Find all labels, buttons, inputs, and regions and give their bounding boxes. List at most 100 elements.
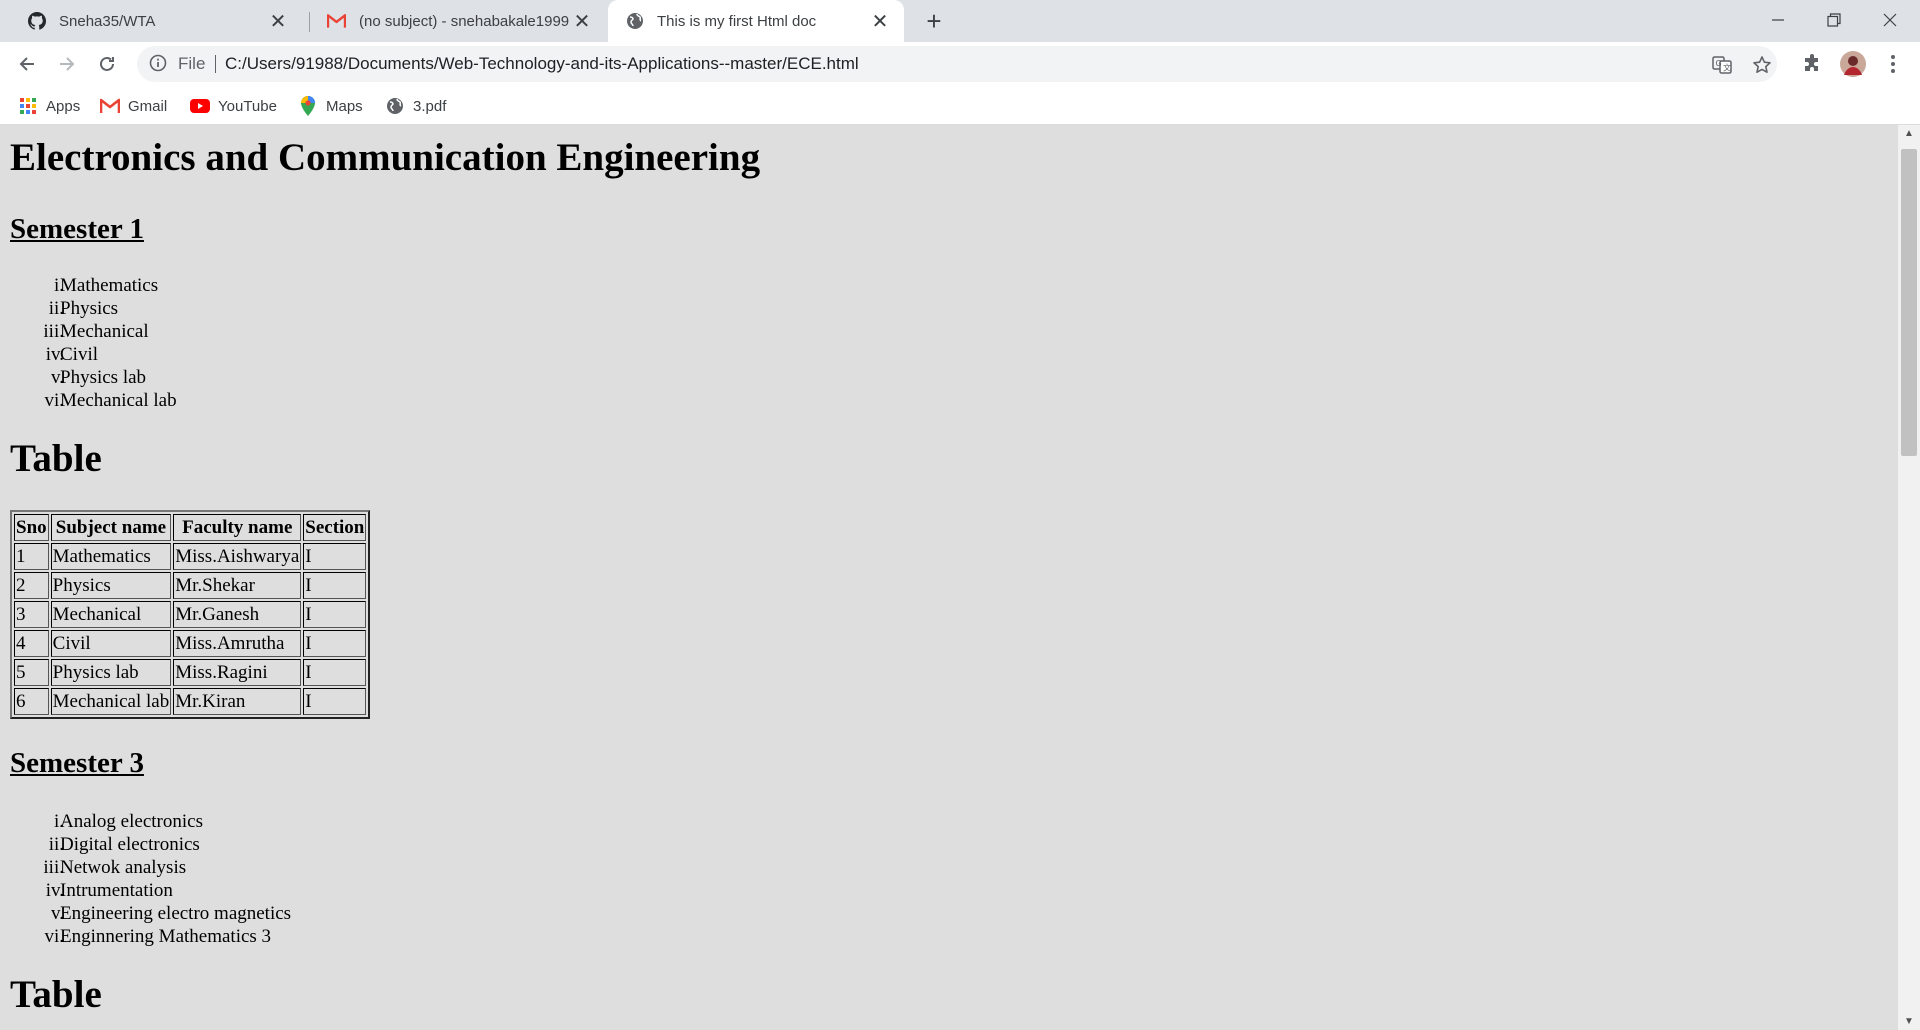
forward-button[interactable] [50,47,84,81]
browser-toolbar: File C:/Users/91988/Documents/Web-Techno… [0,42,1920,87]
bookmark-label: YouTube [218,97,277,115]
table-cell: Civil [50,630,172,657]
list-item: iii. Mechanical [43,321,149,342]
tab-title: This is my first Html doc [657,12,817,30]
table-row: 5 Physics lab Miss.Ragini I [14,659,367,686]
list-item: v. Physics lab [50,367,147,388]
globe-icon [385,96,405,116]
youtube-icon [190,96,210,116]
list-item: i. Mathematics [53,275,159,296]
svg-text:文: 文 [1723,63,1731,73]
semester1-subject-list: i. Mathematics ii. Physics iii. Mechanical … [10,274,410,412]
address-bar[interactable]: File C:/Users/91988/Documents/Web-Techno… [137,46,1777,82]
new-tab-button[interactable]: + [918,6,950,36]
close-tab-icon[interactable]: ✕ [266,9,290,33]
page-title: Electronics and Communication Engineerin… [10,136,761,179]
bookmark-3pdf[interactable]: 3.pdf [385,95,446,117]
table-cell: I [303,688,367,715]
table2-heading: Table [10,973,102,1016]
reload-button[interactable] [90,47,124,81]
tab-title: Sneha35/WTA [59,12,156,30]
vertical-scrollbar[interactable]: ▲ ▼ [1898,125,1920,1030]
table-cell: Mechanical [50,601,172,628]
bookmark-apps[interactable]: Apps [18,95,80,117]
bookmark-star-icon[interactable] [1751,54,1773,76]
table-cell: 4 [14,630,49,657]
globe-icon [625,12,644,31]
bookmark-label: Apps [46,97,81,115]
scroll-down-arrow-icon[interactable]: ▼ [1898,1013,1920,1030]
table-cell: I [303,630,367,657]
url-text[interactable]: C:/Users/91988/Documents/Web-Technology-… [225,54,859,74]
list-item: iv. Intrumentation [45,880,173,901]
table-cell: 5 [14,659,49,686]
restore-button[interactable] [1806,0,1862,40]
table-cell: Mr.Shekar [173,572,302,599]
list-item: ii. Physics [48,298,119,319]
scroll-thumb[interactable] [1901,149,1917,456]
table-cell: 1 [14,543,49,570]
table-row: 3 Mechanical Mr.Ganesh I [14,601,367,628]
page-viewport: Electronics and Communication Engineerin… [0,125,1898,1030]
table-cell: I [303,601,367,628]
list-item: i. Analog electronics [53,811,203,832]
translate-icon[interactable]: G文 [1711,54,1733,76]
table-cell: Physics [50,572,172,599]
table-cell: Mechanical lab [50,688,172,715]
semester3-subject-list: i. Analog electronics ii. Digital electron… [10,810,410,948]
column-header: Section [303,514,367,541]
tab-github[interactable]: Sneha35/WTA ✕ [10,0,302,42]
tab-active-html-doc[interactable]: This is my first Html doc ✕ [608,0,904,42]
bookmark-label: 3.pdf [413,97,447,115]
table-row: 1 Mathematics Miss.Aishwarya I [14,543,367,570]
scroll-up-arrow-icon[interactable]: ▲ [1898,125,1920,142]
profile-avatar[interactable] [1838,49,1868,79]
info-icon[interactable] [149,54,169,74]
table-cell: I [303,659,367,686]
browser-menu-button[interactable] [1878,49,1908,79]
bookmark-label: Maps [326,97,363,115]
minimize-button[interactable] [1750,0,1806,40]
list-item: v. Engineering electro magnetics [50,903,292,924]
puzzle-icon [1805,54,1818,71]
column-header: Sno [14,514,49,541]
bookmark-youtube[interactable]: YouTube [190,95,277,117]
table-row: 6 Mechanical lab Mr.Kiran I [14,688,367,715]
list-item: iv. Civil [45,344,99,365]
close-window-button[interactable] [1862,0,1918,40]
restore-icon [1827,13,1841,27]
arrow-right-icon [60,57,75,71]
table-cell: 2 [14,572,49,599]
gmail-icon [100,96,120,116]
bookmark-gmail[interactable]: Gmail [100,95,167,117]
list-item: vi. Enginnering Mathematics 3 [44,926,272,947]
table-cell: Miss.Ragini [173,659,302,686]
column-header: Faculty name [173,514,302,541]
close-tab-icon[interactable]: ✕ [868,9,892,33]
table-cell: Miss.Aishwarya [173,543,302,570]
kebab-menu-icon [1891,55,1895,73]
close-tab-icon[interactable]: ✕ [570,9,594,33]
minimize-icon [1772,19,1784,21]
arrow-left-icon [19,57,34,71]
bookmark-maps[interactable]: Maps [298,95,363,117]
address-divider [215,55,216,73]
apps-grid-icon [18,96,38,116]
tab-strip: Sneha35/WTA ✕ (no subject) - snehabakale… [0,0,1920,42]
table-cell: Mathematics [50,543,172,570]
back-button[interactable] [10,47,44,81]
table-header-row: Sno Subject name Faculty name Section [14,514,367,541]
extensions-button[interactable] [1797,49,1827,79]
list-item: ii. Digital electronics [48,834,200,855]
close-icon [1883,13,1897,27]
svg-text:G: G [1716,59,1722,68]
semester3-heading: Semester 3 [10,747,144,779]
tab-title: (no subject) - snehabakale1999@ [359,12,570,30]
tab-gmail[interactable]: (no subject) - snehabakale1999@ ✕ [310,0,606,42]
table-row: 4 Civil Miss.Amrutha I [14,630,367,657]
table-cell: 6 [14,688,49,715]
reload-icon [100,56,114,71]
gmail-icon [327,12,346,31]
table-cell: I [303,543,367,570]
semester1-faculty-table: Sno Subject name Faculty name Section 1 … [10,510,371,719]
